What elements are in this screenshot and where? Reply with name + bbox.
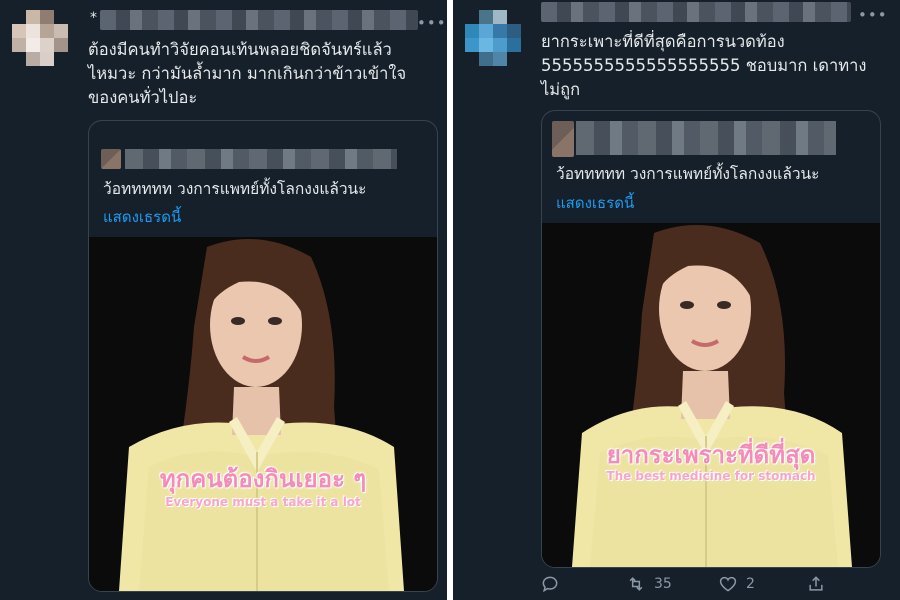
video-caption-thai: ทุกคนต้องกินเยอะ ๆ xyxy=(159,465,367,493)
retweet-count: 35 xyxy=(654,576,672,592)
video-frame-woman xyxy=(89,237,437,591)
user-avatar-blurred[interactable] xyxy=(12,10,68,66)
show-thread-link[interactable]: แสดงเธรดนี้ xyxy=(103,205,181,229)
share-button[interactable] xyxy=(806,574,826,594)
quote-name-blurred xyxy=(125,149,397,169)
more-dots-icon[interactable]: ••• xyxy=(858,6,888,24)
quote-video[interactable]: ทุกคนต้องกินเยอะ ๆ Everyone must a take … xyxy=(89,237,437,591)
quote-video[interactable]: ยากระเพราะที่ดีที่สุด The best medicine … xyxy=(542,223,880,567)
retweet-icon xyxy=(629,577,643,591)
video-frame-woman xyxy=(542,223,880,567)
share-icon xyxy=(809,576,823,591)
retweet-button[interactable]: 35 xyxy=(626,574,672,594)
tweet-text: ต้องมีคนทำวิจัยคอนเท้นพลอยชิดจันทร์แล้ว … xyxy=(88,40,407,107)
quote-tweet-card[interactable]: ว้อททททท วงการแพทย์ทั้งโลกงงแล้วนะ แสดงเ… xyxy=(541,110,881,568)
more-dots-icon[interactable]: ••• xyxy=(417,14,447,32)
quote-text: ว้อททททท วงการแพทย์ทั้งโลกงงแล้วนะ xyxy=(103,180,367,198)
heart-icon xyxy=(719,576,737,592)
like-count: 2 xyxy=(746,576,755,592)
display-name-blurred[interactable] xyxy=(541,2,851,22)
show-thread-link[interactable]: แสดงเธรดนี้ xyxy=(556,191,634,215)
reply-icon xyxy=(542,576,558,593)
video-caption-english: The best medicine for stomach xyxy=(606,469,816,483)
display-name-blurred[interactable] xyxy=(100,10,418,30)
tweet-text: ยากระเพาะที่ดีที่สุดคือการนวดท้อง 555555… xyxy=(541,32,867,99)
reply-button[interactable] xyxy=(540,574,560,594)
tweet-action-bar: 35 2 xyxy=(540,574,840,598)
user-avatar-blurred[interactable] xyxy=(465,10,521,66)
name-asterisk: * xyxy=(90,10,97,26)
like-button[interactable]: 2 xyxy=(718,574,755,594)
quote-avatar-blurred xyxy=(101,149,121,169)
left-tweet-panel: * ••• ต้องมีคนทำวิจัยคอนเท้นพลอยชิดจันทร… xyxy=(0,0,447,600)
quote-name-blurred xyxy=(576,121,836,155)
right-tweet-panel: ••• ยากระเพาะที่ดีที่สุดคือการนวดท้อง 55… xyxy=(453,0,900,600)
quote-text: ว้อททททท วงการแพทย์ทั้งโลกงงแล้วนะ xyxy=(556,165,820,183)
video-caption-english: Everyone must a take it a lot xyxy=(165,495,361,509)
quote-avatar-blurred xyxy=(552,121,574,157)
quote-tweet-card[interactable]: ว้อททททท วงการแพทย์ทั้งโลกงงแล้วนะ แสดงเ… xyxy=(88,120,438,592)
